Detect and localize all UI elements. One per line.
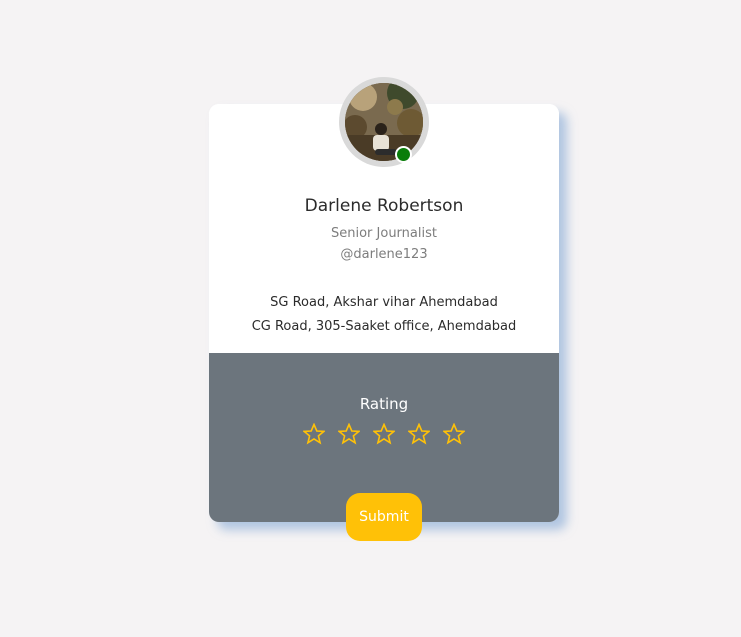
page: Darlene Robertson Senior Journalist @dar…: [0, 0, 741, 637]
address-line-2: CG Road, 305-Saaket office, Ahemdabad: [251, 319, 517, 334]
avatar-ring: [339, 77, 429, 167]
avatar: [345, 83, 423, 161]
user-photo-icon: [345, 83, 423, 161]
star-icon[interactable]: [443, 423, 466, 445]
rating-label: Rating: [359, 395, 409, 413]
submit-button[interactable]: Submit: [346, 493, 422, 541]
address-line-1: SG Road, Akshar vihar Ahemdabad: [270, 295, 498, 310]
profile-role: Senior Journalist: [331, 226, 437, 241]
star-icon[interactable]: [373, 423, 395, 445]
rating-stars: [209, 423, 559, 449]
star-icon[interactable]: [302, 423, 325, 445]
star-icon[interactable]: [408, 423, 431, 445]
online-status-indicator: [395, 146, 412, 163]
star-icon[interactable]: [337, 423, 360, 445]
profile-handle: @darlene123: [340, 247, 428, 262]
profile-name: Darlene Robertson: [304, 196, 464, 216]
